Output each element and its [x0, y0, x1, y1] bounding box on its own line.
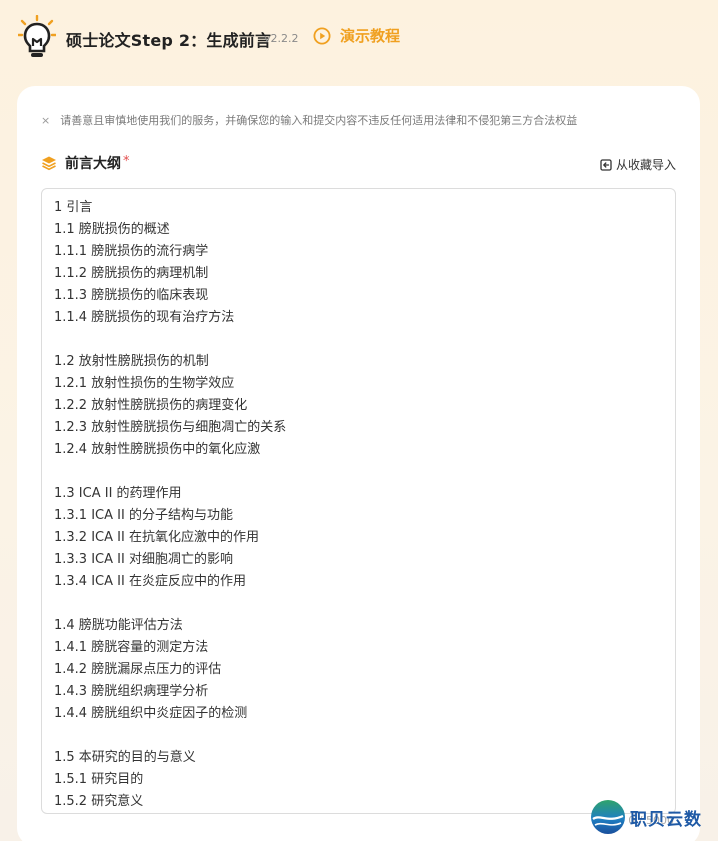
- form-card: × 请善意且审慎地使用我们的服务，并确保您的输入和提交内容不违反任何适用法律和不…: [17, 86, 700, 841]
- outline-line: 1.3.2 ICA II 在抗氧化应激中的作用: [54, 530, 259, 545]
- globe-logo-icon: [591, 800, 625, 834]
- notice-text: 请善意且审慎地使用我们的服务，并确保您的输入和提交内容不违反任何适用法律和不侵犯…: [60, 114, 578, 127]
- outline-line: 1.4.1 膀胱容量的测定方法: [54, 640, 209, 655]
- layers-icon: [42, 156, 56, 171]
- outline-line: 1.3.3 ICA II 对细胞凋亡的影响: [54, 552, 233, 567]
- page-title: 硕士论文Step 2：生成前言: [66, 31, 272, 50]
- outline-line: 1.4.4 膀胱组织中炎症因子的检测: [54, 706, 248, 721]
- outline-line: 1.4.2 膀胱漏尿点压力的评估: [54, 662, 222, 677]
- section-title: 前言大纲: [65, 156, 121, 172]
- watermark-text: 职贝云数: [630, 809, 702, 830]
- outline-line: 1.2.3 放射性膀胱损伤与细胞凋亡的关系: [54, 420, 287, 435]
- outline-line: 1.5.2 研究意义: [54, 794, 144, 809]
- play-circle-icon: [313, 27, 331, 44]
- outline-line: 1.1 膀胱损伤的概述: [54, 222, 170, 237]
- outline-line: 1.5 本研究的目的与意义: [54, 750, 196, 765]
- outline-line: 1 引言: [54, 200, 93, 215]
- section-header: 前言大纲 *: [41, 153, 130, 173]
- watermark: 职贝云数: [590, 798, 715, 836]
- outline-line: 1.2.4 放射性膀胱损伤中的氧化应激: [54, 442, 261, 457]
- required-mark: *: [123, 153, 130, 169]
- outline-line: [54, 461, 663, 483]
- import-from-favorites-button[interactable]: 从收藏导入: [600, 156, 676, 173]
- tutorial-link[interactable]: 演示教程: [313, 25, 400, 46]
- outline-line: 1.2.2 放射性膀胱损伤的病理变化: [54, 398, 248, 413]
- outline-line: 1.1.4 膀胱损伤的现有治疗方法: [54, 310, 235, 325]
- outline-line: 1.1.2 膀胱损伤的病理机制: [54, 266, 209, 281]
- outline-textarea[interactable]: 1 引言 1.1 膀胱损伤的概述 1.1.1 膀胱损伤的流行病学 1.1.2 膀胱损伤…: [41, 188, 676, 814]
- lightbulb-icon: [18, 15, 56, 57]
- outline-line: 1.3.1 ICA II 的分子结构与功能: [54, 508, 233, 523]
- outline-line: 1.4 膀胱功能评估方法: [54, 618, 183, 633]
- outline-line: [54, 593, 663, 615]
- outline-line: 1.3.4 ICA II 在炎症反应中的作用: [54, 574, 246, 589]
- outline-line: [54, 725, 663, 747]
- version-label: v2.2.2: [264, 32, 299, 45]
- outline-line: [54, 329, 663, 351]
- close-icon[interactable]: ×: [41, 114, 50, 127]
- outline-line: 1.2.1 放射性损伤的生物学效应: [54, 376, 235, 391]
- outline-line: 1.3 ICA II 的药理作用: [54, 486, 182, 501]
- import-label: 从收藏导入: [615, 158, 676, 172]
- outline-line: 1.4.3 膀胱组织病理学分析: [54, 684, 209, 699]
- usage-notice: × 请善意且审慎地使用我们的服务，并确保您的输入和提交内容不违反任何适用法律和不…: [41, 112, 577, 128]
- outline-line: 1.1.1 膀胱损伤的流行病学: [54, 244, 209, 259]
- outline-line: 1.1.3 膀胱损伤的临床表现: [54, 288, 209, 303]
- outline-line: 1.2 放射性膀胱损伤的机制: [54, 354, 209, 369]
- app-header: 硕士论文Step 2：生成前言 v2.2.2 演示教程: [0, 0, 718, 78]
- import-icon: [600, 158, 612, 171]
- tutorial-label: 演示教程: [340, 27, 401, 45]
- outline-line: 1.5.1 研究目的: [54, 772, 144, 787]
